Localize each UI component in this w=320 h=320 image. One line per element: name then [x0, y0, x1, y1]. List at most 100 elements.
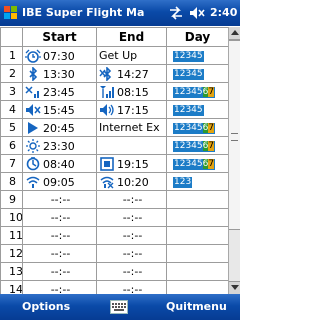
bluetooth-icon	[25, 66, 41, 81]
table-row[interactable]: 5 20:45 Internet Ex 1234567	[0, 118, 228, 137]
day-cell[interactable]: 12345	[166, 100, 228, 119]
day-7-mark: 7	[208, 159, 215, 169]
weekdays-text: 12345	[174, 105, 203, 115]
row-number: 5	[0, 118, 23, 137]
vertical-scrollbar[interactable]	[228, 27, 240, 294]
days-badge: 12345	[173, 105, 204, 116]
day-cell[interactable]	[166, 244, 228, 263]
table-row[interactable]: 4 15:45 17:15 12345	[0, 100, 228, 119]
start-cell-text: --:--	[50, 247, 71, 260]
start-cell-text: --:--	[50, 193, 71, 206]
end-cell[interactable]: --:--	[96, 244, 167, 263]
days-badge: 1234567	[173, 87, 216, 98]
start-cell-text: --:--	[50, 265, 71, 278]
table-row[interactable]: 12 --:-- --:--	[0, 244, 228, 263]
row-number: 1	[0, 46, 23, 65]
scroll-up-button[interactable]	[229, 27, 240, 40]
weekdays-text: 12345	[174, 141, 203, 151]
table-row[interactable]: 2 13:30 14:27 12345	[0, 64, 228, 83]
col-header-start[interactable]: Start	[22, 27, 97, 47]
end-cell[interactable]: Internet Ex	[96, 118, 167, 137]
table-row[interactable]: 8 09:05 10:20 123	[0, 172, 228, 191]
day-cell[interactable]	[166, 280, 228, 294]
end-cell[interactable]: 14:27	[96, 64, 167, 83]
start-cell-text: 09:05	[43, 175, 75, 189]
end-cell[interactable]: --:--	[96, 208, 167, 227]
start-cell[interactable]: --:--	[22, 244, 97, 263]
row-number: 4	[0, 100, 23, 119]
start-cell[interactable]: --:--	[22, 280, 97, 294]
start-cell[interactable]: --:--	[22, 190, 97, 209]
start-cell[interactable]: --:--	[22, 208, 97, 227]
day-cell[interactable]	[166, 262, 228, 281]
end-cell[interactable]: --:--	[96, 226, 167, 245]
start-cell[interactable]: 07:30	[22, 46, 97, 65]
end-cell[interactable]: 08:15	[96, 82, 167, 101]
col-header-index	[0, 27, 23, 47]
end-cell[interactable]: Get Up	[96, 46, 167, 65]
end-cell[interactable]: --:--	[96, 262, 167, 281]
connectivity-arrows-icon[interactable]	[168, 5, 184, 21]
start-cell[interactable]: 09:05	[22, 172, 97, 191]
end-cell[interactable]: 10:20	[96, 172, 167, 191]
row-number: 11	[0, 226, 23, 245]
day-cell[interactable]: 12345	[166, 64, 228, 83]
keyboard-icon[interactable]	[110, 299, 128, 314]
end-cell-text: 10:20	[117, 175, 149, 189]
table-row[interactable]: 7 08:40 19:15 1234567	[0, 154, 228, 173]
day-cell[interactable]	[166, 190, 228, 209]
end-cell[interactable]	[96, 136, 167, 155]
day-cell[interactable]: 1234567	[166, 82, 228, 101]
day-cell[interactable]: 123	[166, 172, 228, 191]
start-cell[interactable]: 23:30	[22, 136, 97, 155]
wifi-icon	[25, 175, 41, 189]
start-cell[interactable]: --:--	[22, 226, 97, 245]
start-cell[interactable]: 08:40	[22, 154, 97, 173]
speaker-muted-icon[interactable]	[188, 5, 206, 21]
wifi-off-icon	[99, 175, 115, 189]
header-row: Start End Day	[0, 27, 228, 47]
end-cell[interactable]: --:--	[96, 280, 167, 294]
start-cell-text: --:--	[50, 229, 71, 242]
start-cell[interactable]: --:--	[22, 262, 97, 281]
day-cell[interactable]: 12345	[166, 46, 228, 65]
day-cell[interactable]: 1234567	[166, 154, 228, 173]
table-row[interactable]: 3 23:45 08:15 1234567	[0, 82, 228, 101]
start-cell[interactable]: 15:45	[22, 100, 97, 119]
table-row[interactable]: 11 --:-- --:--	[0, 226, 228, 245]
start-cell[interactable]: 20:45	[22, 118, 97, 137]
table-row[interactable]: 10 --:-- --:--	[0, 208, 228, 227]
end-cell[interactable]: 17:15	[96, 100, 167, 119]
end-cell[interactable]: --:--	[96, 190, 167, 209]
end-cell[interactable]: 19:15	[96, 154, 167, 173]
options-softkey[interactable]: Options	[22, 299, 70, 315]
start-cell-text: --:--	[50, 211, 71, 224]
day-cell[interactable]: 1234567	[166, 118, 228, 137]
days-badge: 12345	[173, 69, 204, 80]
scroll-down-button[interactable]	[229, 281, 240, 294]
weekdays-text: 12345	[174, 123, 203, 133]
col-header-day[interactable]: Day	[166, 27, 228, 47]
row-number: 6	[0, 136, 23, 155]
speaker-muted-icon	[25, 103, 41, 117]
col-header-end[interactable]: End	[96, 27, 167, 47]
schedule-table: Start End Day 1 07:30 Get Up 12345 2 13:30 14:…	[0, 27, 228, 294]
start-cell[interactable]: 23:45	[22, 82, 97, 101]
table-row[interactable]: 1 07:30 Get Up 12345	[0, 46, 228, 65]
day-cell[interactable]	[166, 208, 228, 227]
clock[interactable]: 2:40	[210, 5, 237, 21]
weekdays-text: 12345	[174, 69, 203, 79]
scroll-thumb[interactable]	[229, 40, 240, 230]
quitmenu-softkey[interactable]: Quitmenu	[166, 299, 227, 315]
windows-flag-icon[interactable]	[2, 4, 20, 22]
day-cell[interactable]	[166, 226, 228, 245]
table-row[interactable]: 13 --:-- --:--	[0, 262, 228, 281]
day-7-mark: 7	[208, 87, 215, 97]
start-cell-text: 07:30	[43, 49, 75, 63]
row-number: 8	[0, 172, 23, 191]
day-cell[interactable]: 1234567	[166, 136, 228, 155]
table-row[interactable]: 9 --:-- --:--	[0, 190, 228, 209]
start-cell[interactable]: 13:30	[22, 64, 97, 83]
table-row[interactable]: 14 --:-- --:--	[0, 280, 228, 294]
table-row[interactable]: 6 23:30 1234567	[0, 136, 228, 155]
